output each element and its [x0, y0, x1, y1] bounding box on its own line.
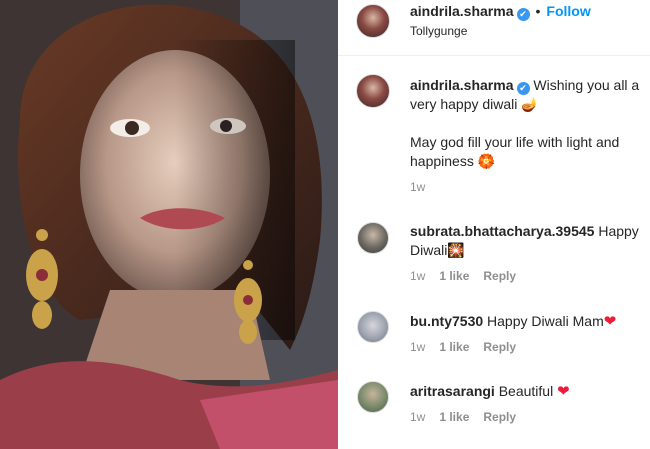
portrait-illustration — [0, 0, 338, 449]
comment-body: subrata.bhattacharya.39545 Happy Diwali🎇 — [410, 222, 648, 260]
caption-line-1: aindrila.sharma ✔ Wishing you all a very … — [410, 76, 648, 114]
caption-author-username[interactable]: aindrila.sharma — [410, 77, 514, 93]
caption-text-2: May god fill your life with light and ha… — [410, 134, 620, 169]
comment-body: aritrasarangi Beautiful ❤ — [410, 382, 648, 401]
comment-text: Happy Diwali Mam — [487, 313, 604, 329]
header-title-line: aindrila.sharma ✔ • Follow — [410, 3, 591, 21]
comment-meta: 1w 1 like Reply — [410, 340, 530, 354]
comment-text: Beautiful — [498, 383, 554, 399]
commenter-avatar[interactable] — [357, 381, 389, 413]
post-photo[interactable] — [0, 0, 338, 449]
comment-likes[interactable]: 1 like — [439, 410, 469, 424]
comment-likes[interactable]: 1 like — [439, 340, 469, 354]
separator-dot: • — [535, 3, 541, 19]
commenter-username[interactable]: bu.nty7530 — [410, 313, 483, 329]
comment-meta: 1w 1 like Reply — [410, 269, 530, 283]
caption-author-avatar[interactable] — [356, 74, 390, 108]
post-header: aindrila.sharma ✔ • Follow Tollygunge — [338, 0, 650, 56]
commenter-username[interactable]: subrata.bhattacharya.39545 — [410, 223, 594, 239]
comment-timestamp[interactable]: 1w — [410, 410, 425, 424]
verified-icon: ✔ — [516, 82, 530, 95]
comment-body: bu.nty7530 Happy Diwali Mam❤ — [410, 312, 648, 331]
author-avatar[interactable] — [356, 4, 390, 38]
caption-timestamp[interactable]: 1w — [410, 180, 425, 194]
caption-meta: 1w — [410, 180, 439, 194]
comment-timestamp[interactable]: 1w — [410, 269, 425, 283]
commenter-avatar[interactable] — [357, 222, 389, 254]
commenter-username[interactable]: aritrasarangi — [410, 383, 495, 399]
reply-button[interactable]: Reply — [483, 340, 516, 354]
reply-button[interactable]: Reply — [483, 269, 516, 283]
heart-icon: ❤ — [557, 383, 570, 400]
reply-button[interactable]: Reply — [483, 410, 516, 424]
comment-timestamp[interactable]: 1w — [410, 340, 425, 354]
comment-meta: 1w 1 like Reply — [410, 410, 530, 424]
comment-likes[interactable]: 1 like — [439, 269, 469, 283]
verified-icon: ✔ — [516, 8, 530, 21]
location-link[interactable]: Tollygunge — [410, 24, 467, 38]
follow-button[interactable]: Follow — [546, 3, 590, 19]
comments-panel: aindrila.sharma ✔ • Follow Tollygunge aindr… — [338, 0, 650, 449]
heart-icon: ❤ — [603, 313, 617, 330]
commenter-avatar[interactable] — [357, 311, 389, 343]
author-username[interactable]: aindrila.sharma — [410, 3, 514, 19]
